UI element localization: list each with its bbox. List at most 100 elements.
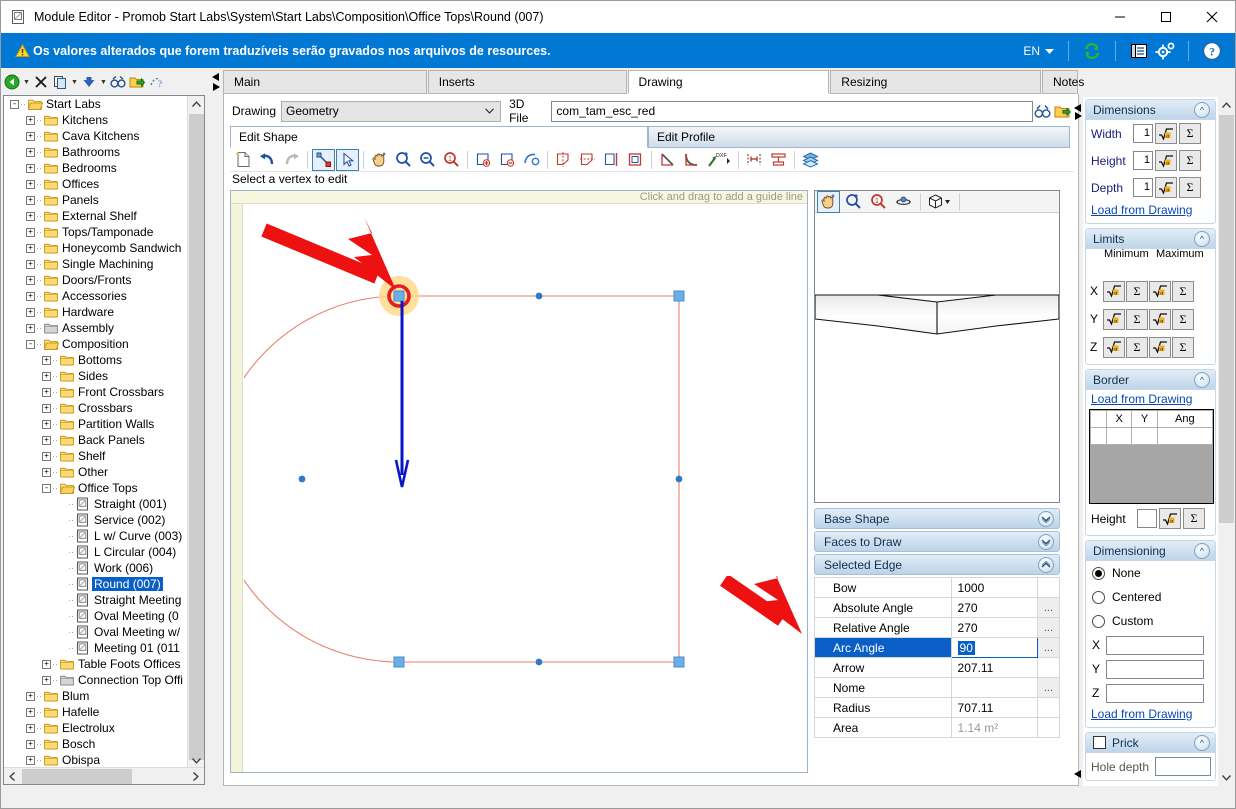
dimensions-header[interactable]: Dimensions ^ [1086,100,1215,120]
sum-icon[interactable]: Σ [1126,336,1148,358]
expand-toggle-icon[interactable]: + [42,435,51,445]
expand-toggle-icon[interactable]: + [42,451,51,461]
expand-toggle-icon[interactable]: + [26,691,35,701]
expand-toggle-icon[interactable]: + [42,355,51,365]
edit-vertex-icon[interactable] [312,148,335,171]
expand-toggle-icon[interactable]: + [26,755,35,765]
language-selector[interactable]: EN [1023,44,1054,58]
layers-icon[interactable] [799,149,822,171]
border-cell[interactable] [1090,427,1107,445]
expand-toggle-icon[interactable]: + [42,371,51,381]
minimize-button[interactable] [1097,1,1143,33]
scroll-up-arrow[interactable] [1218,97,1235,114]
tree-item[interactable]: - ·· Start Labs [4,96,188,112]
dimension-input[interactable]: 1 [1133,151,1153,170]
accordion-base-shape[interactable]: Base Shape [814,508,1060,529]
border-cell[interactable] [1156,427,1214,445]
select-icon[interactable] [336,148,359,171]
curve-icon[interactable] [520,149,543,171]
chamfer-icon[interactable] [656,149,679,171]
property-value[interactable]: 90 [950,637,1038,658]
axis-input[interactable] [1106,683,1204,703]
radio-button[interactable] [1092,614,1105,628]
formula-icon[interactable]: a [1103,308,1125,330]
right-panel-collapse-arrows[interactable] [1073,99,1082,125]
tree-item[interactable]: - ·· Office Tops [4,480,188,496]
axis-input[interactable] [1106,635,1204,655]
expand-toggle-icon[interactable]: + [26,147,35,157]
align-icon[interactable] [767,149,790,171]
expand-toggle-icon[interactable]: + [26,723,35,733]
collapse-icon[interactable]: ^ [1194,231,1210,247]
expand-toggle-icon[interactable]: + [42,419,51,429]
property-value[interactable]: 207.11 [950,657,1038,678]
property-ellipsis-button[interactable]: ... [1036,637,1061,658]
formula-icon[interactable]: a [1155,123,1177,144]
dimensioning-option-none[interactable]: None [1086,561,1215,585]
settings-icon[interactable] [1152,38,1178,64]
tree-item[interactable]: - ·· Composition [4,336,188,352]
accordion-selected-edge[interactable]: Selected Edge [814,554,1060,575]
expand-toggle-icon[interactable]: + [26,195,35,205]
sum-icon[interactable]: Σ [1172,308,1194,330]
property-ellipsis-button[interactable]: ... [1036,597,1061,618]
prick-checkbox[interactable] [1093,736,1106,749]
expand-toggle-icon[interactable]: + [26,243,35,253]
tree-item[interactable]: + ·· Electrolux [4,720,188,736]
tree-item[interactable]: + ·· Other [4,464,188,480]
sum-icon[interactable]: Σ [1172,280,1194,302]
sum-icon[interactable]: Σ [1126,308,1148,330]
canvas-ruler-left[interactable] [231,204,243,772]
zoom-fit-icon[interactable] [392,149,415,171]
tab-scroll-down-icon[interactable] [212,83,220,93]
tab-resizing[interactable]: Resizing [830,70,1041,94]
expand-toggle-icon[interactable]: + [26,323,35,333]
measure-icon[interactable] [743,149,766,171]
dxf-icon[interactable]: DXF [704,149,734,171]
dimensioning-load-link[interactable]: Load from Drawing [1086,707,1215,721]
selected-edge-properties[interactable]: Bow 1000 Absolute Angle 270... Relative Angl… [814,577,1061,738]
delete-icon[interactable] [32,72,50,92]
expand-toggle-icon[interactable]: + [26,227,35,237]
open-folder-icon[interactable] [1052,101,1072,121]
sum-icon[interactable]: Σ [1172,336,1194,358]
tree-item[interactable]: ·· L w/ Curve (003) [4,528,188,544]
dimensioning-option-centered[interactable]: Centered [1086,585,1215,609]
formula-icon[interactable]: a [1159,508,1181,529]
formula-icon[interactable]: a [1103,280,1125,302]
copy-icon[interactable] [51,72,69,92]
move-down-icon[interactable] [80,72,98,92]
property-ellipsis-button[interactable]: ... [1036,617,1061,638]
expand-toggle-icon[interactable]: + [26,211,35,221]
zoom-in-icon[interactable]: 1 [440,149,463,171]
property-row[interactable]: Arrow 207.11 [814,657,1061,678]
radio-button[interactable] [1092,590,1105,604]
scroll-down-arrow[interactable] [1218,769,1235,786]
tree-item[interactable]: + ·· Bottoms [4,352,188,368]
tree-item[interactable]: ·· Service (002) [4,512,188,528]
tree-item[interactable]: ·· Round (007) [4,576,188,592]
scroll-right-arrow[interactable] [187,768,204,784]
dimensioning-option-custom[interactable]: Custom [1086,609,1215,633]
subtab-edit-shape[interactable]: Edit Shape [230,126,648,148]
tree-scroll-thumb[interactable] [189,114,204,760]
collapse-toggle-icon[interactable]: - [10,99,19,109]
tree-item[interactable]: + ·· Obispa [4,752,188,768]
move-dropdown-icon[interactable]: ▼ [99,72,108,92]
shape-drawing-area[interactable] [244,205,807,772]
binoculars-icon[interactable] [1033,101,1053,121]
expand-toggle-icon[interactable]: + [26,179,35,189]
expand-toggle-icon[interactable]: + [26,163,35,173]
expand-toggle-icon[interactable]: + [42,403,51,413]
tree-item[interactable]: + ·· Single Machining [4,256,188,272]
collapse-toggle-icon[interactable]: - [26,339,35,349]
report-icon[interactable] [1126,38,1152,64]
formula-icon[interactable]: a [1103,336,1125,358]
property-row[interactable]: Bow 1000 [814,577,1061,598]
redo-icon[interactable] [280,149,303,171]
property-row[interactable]: Absolute Angle 270... [814,597,1061,618]
expand-toggle-icon[interactable]: + [26,259,35,269]
undo-icon[interactable] [256,149,279,171]
property-value[interactable]: 707.11 [950,697,1038,718]
sum-icon[interactable]: Σ [1179,123,1201,144]
